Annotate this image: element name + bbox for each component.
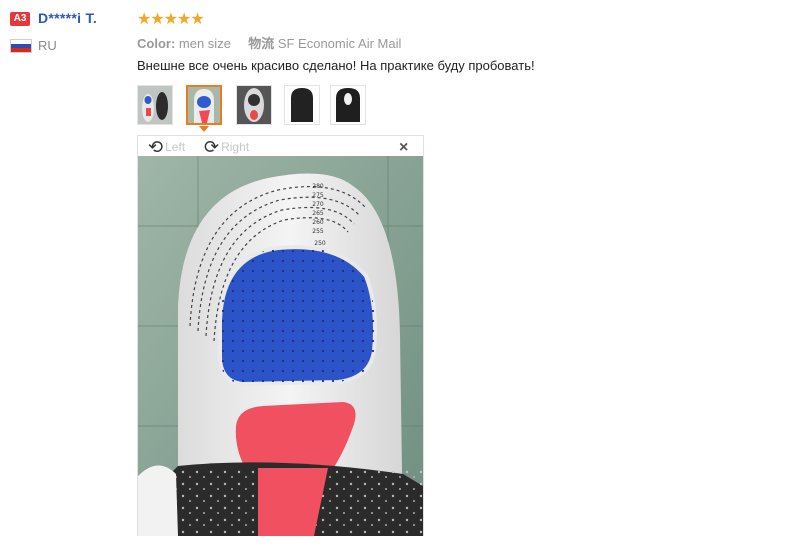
review-thumbnail-1[interactable] bbox=[137, 85, 173, 125]
rotate-right-label: Right bbox=[221, 140, 250, 154]
shipping-value: SF Economic Air Mail bbox=[277, 36, 402, 51]
reviewer-name: D*****i T. bbox=[38, 10, 98, 26]
review-photo: 280 275 270 265 260 255 250 bbox=[138, 156, 423, 536]
size-mark-275: 275 bbox=[312, 192, 324, 199]
size-mark-280: 280 bbox=[312, 183, 324, 190]
reviewer-country: RU bbox=[38, 38, 57, 53]
shipping-label: 物流 bbox=[248, 36, 275, 51]
color-value: men size bbox=[178, 36, 231, 51]
size-mark-260: 260 bbox=[312, 219, 324, 226]
size-mark-250: 250 bbox=[314, 240, 326, 247]
close-viewer-button[interactable]: × bbox=[399, 139, 408, 157]
reviewer-level-badge: A3 bbox=[10, 12, 30, 26]
size-mark-255: 255 bbox=[312, 228, 324, 235]
rotate-right-button[interactable]: ⟳ Right bbox=[204, 138, 249, 156]
review-thumbnail-3[interactable] bbox=[236, 85, 272, 125]
size-mark-265: 265 bbox=[312, 210, 324, 217]
order-info: Color: men size 物流 SF Economic Air Mail bbox=[137, 33, 401, 52]
review-text: Внешне все очень красиво сделано! На пра… bbox=[137, 58, 535, 73]
selected-thumbnail-indicator bbox=[199, 126, 209, 132]
rotate-left-label: Left bbox=[165, 140, 186, 154]
close-icon: × bbox=[399, 139, 409, 156]
size-mark-270: 270 bbox=[312, 201, 324, 208]
review-thumbnail-2[interactable] bbox=[186, 85, 222, 125]
color-label: Color: bbox=[137, 36, 176, 51]
rotate-left-button[interactable]: ⟲ Left bbox=[148, 138, 185, 156]
rating-stars: ★★★★★ bbox=[137, 11, 205, 28]
rotate-right-icon: ⟳ bbox=[204, 137, 220, 157]
review-thumbnail-4[interactable] bbox=[284, 85, 320, 125]
rotate-left-icon: ⟲ bbox=[148, 137, 164, 157]
flag-icon bbox=[10, 39, 32, 53]
review-thumbnail-5[interactable] bbox=[330, 85, 366, 125]
